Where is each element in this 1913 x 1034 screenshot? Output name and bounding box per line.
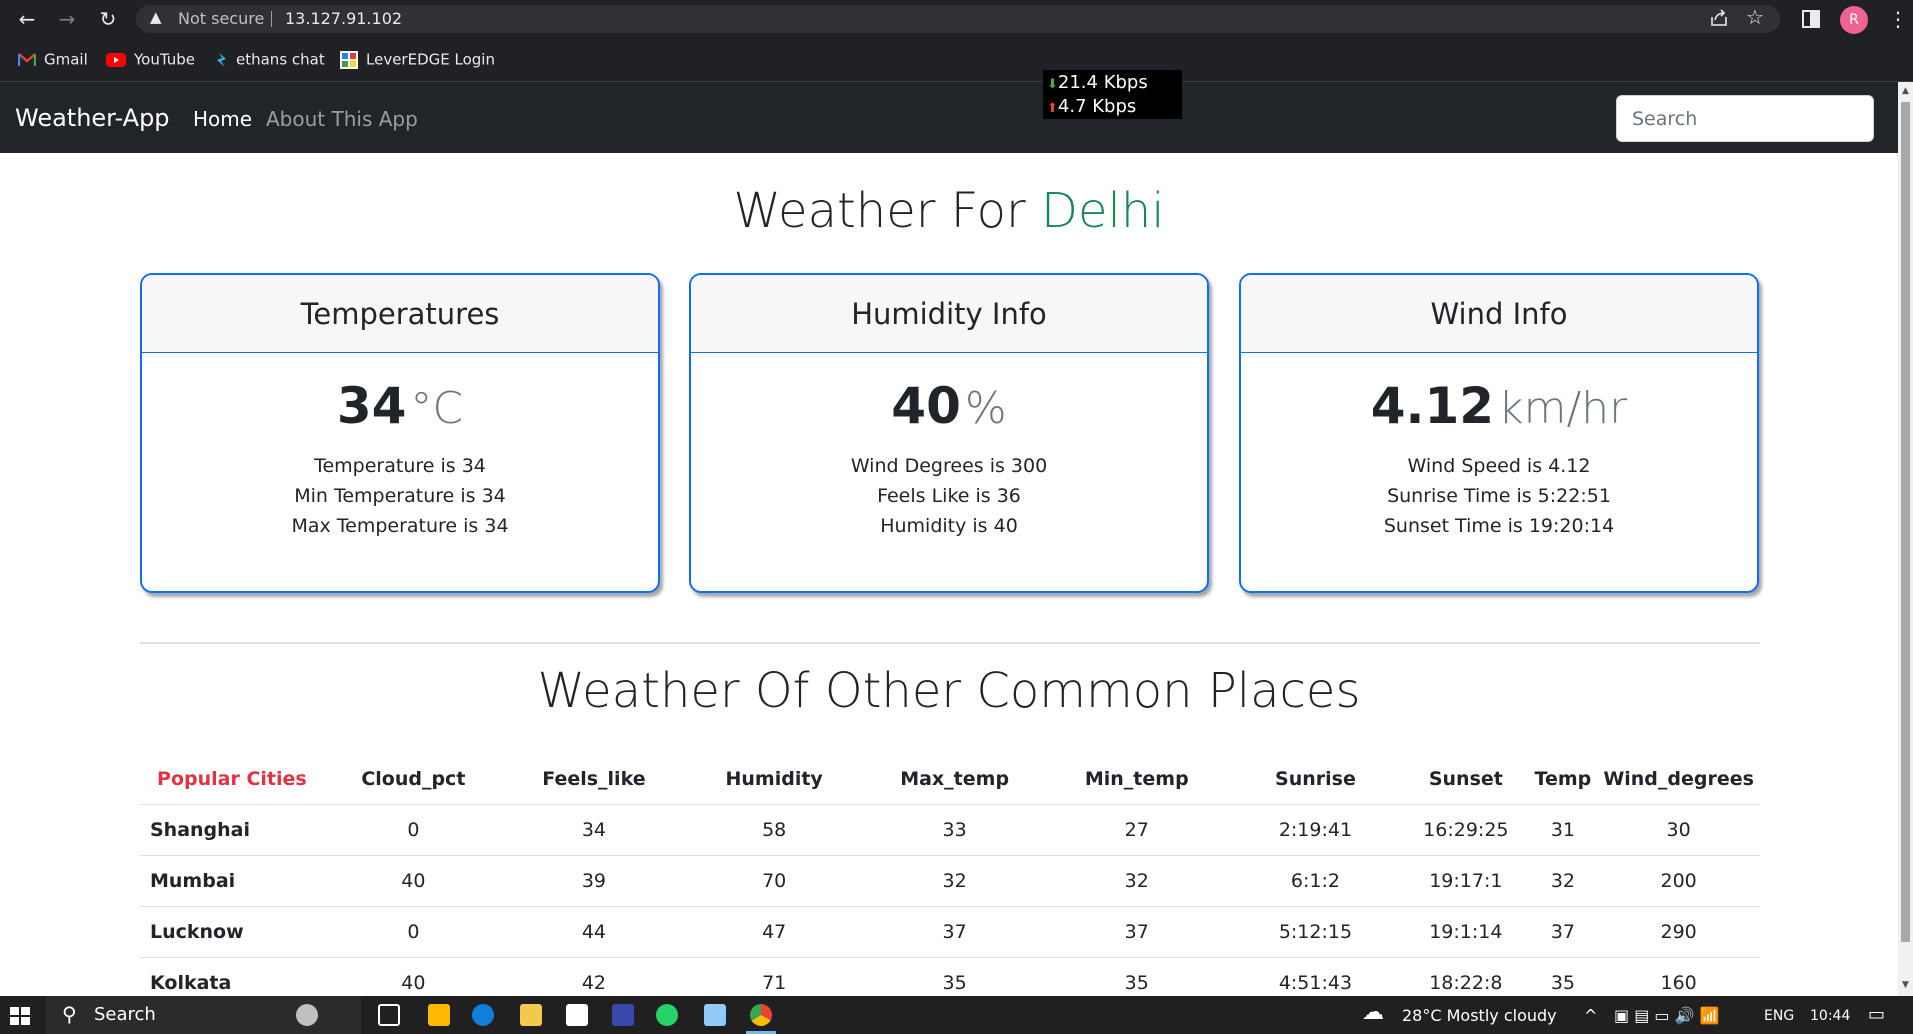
cities-weather-table: Popular Cities Cloud_pct Feels_like Humi… — [140, 754, 1760, 1009]
brand-logo[interactable]: Weather-App — [15, 104, 170, 132]
weather-status[interactable]: 28°C Mostly cloudy — [1402, 1006, 1557, 1025]
app-icon[interactable] — [612, 1004, 634, 1026]
bookmark-youtube[interactable]: YouTube — [106, 50, 195, 70]
share-icon[interactable] — [1708, 7, 1730, 29]
back-arrow-icon[interactable]: ← — [14, 6, 40, 32]
col-header-temp: Temp — [1528, 754, 1598, 805]
scrollbar-thumb[interactable] — [1901, 102, 1910, 942]
address-bar[interactable]: ▲ Not secure 13.127.91.102 ☆ — [136, 5, 1780, 33]
download-arrow-icon: ⬇ — [1047, 77, 1058, 92]
leveredge-icon — [340, 50, 358, 69]
scroll-up-icon[interactable]: ▲ — [1901, 86, 1910, 96]
chrome-icon[interactable] — [750, 1004, 772, 1026]
page-title: Weather For Delhi — [733, 183, 1165, 239]
forward-arrow-icon[interactable]: → — [54, 6, 80, 32]
browser-toolbar: ← → ↻ ▲ Not secure 13.127.91.102 ☆ R ⋮ — [0, 0, 1913, 38]
wind-card: Wind Info 4.12km/hr Wind Speed is 4.12 S… — [1239, 273, 1759, 593]
edge-icon[interactable] — [472, 1004, 494, 1026]
file-explorer-icon[interactable] — [520, 1004, 542, 1026]
humidity-card: Humidity Info 40% Wind Degrees is 300 Fe… — [689, 273, 1209, 593]
medal-icon[interactable] — [296, 1004, 318, 1026]
table-header-row: Popular Cities Cloud_pct Feels_like Humi… — [140, 754, 1760, 805]
col-header-sunset: Sunset — [1403, 754, 1529, 805]
table-row: Mumbai 40 39 70 32 32 6:1:2 19:17:1 32 2… — [140, 855, 1760, 907]
tray-chevron-icon[interactable]: ^ — [1584, 1006, 1597, 1025]
search-icon: ⚲ — [62, 1002, 77, 1026]
card-header: Humidity Info — [691, 275, 1207, 353]
card-header: Temperatures — [142, 275, 658, 353]
scroll-down-icon[interactable]: ▼ — [1901, 980, 1910, 990]
bookmark-ethans-chat[interactable]: ethans chat — [216, 50, 325, 70]
url-text[interactable]: 13.127.91.102 — [285, 9, 402, 28]
notes-icon[interactable] — [704, 1004, 726, 1026]
card-details: Wind Degrees is 300 Feels Like is 36 Hum… — [850, 455, 1048, 537]
task-view-icon[interactable] — [378, 1004, 400, 1026]
nav-link-about[interactable]: About This App — [266, 107, 418, 131]
mail-icon[interactable] — [566, 1004, 588, 1026]
col-header-sunrise: Sunrise — [1227, 754, 1404, 805]
card-header: Wind Info — [1241, 275, 1757, 353]
chat-bolt-icon — [217, 52, 226, 67]
windows-taskbar: ⚲ Search ☁ 28°C Mostly cloudy ^ ▣ ▤ ▭ 🔊 … — [0, 996, 1913, 1034]
bookmarks-bar: Gmail YouTube ethans chat LeverEDGE Logi… — [0, 38, 1913, 82]
card-main-value: 40% — [891, 377, 1007, 435]
reload-icon[interactable]: ↻ — [95, 6, 121, 32]
store-icon[interactable] — [428, 1004, 450, 1026]
profile-avatar[interactable]: R — [1840, 6, 1868, 34]
youtube-icon — [106, 52, 126, 67]
card-details: Temperature is 34 Min Temperature is 34 … — [291, 455, 509, 537]
upload-arrow-icon: ⬆ — [1047, 101, 1058, 116]
col-header-popular-cities: Popular Cities — [140, 754, 324, 805]
nav-link-home[interactable]: Home — [193, 107, 252, 131]
language-indicator[interactable]: ENG — [1764, 1008, 1794, 1024]
network-speed-overlay: ⬇21.4 Kbps ⬆4.7 Kbps — [1043, 70, 1182, 119]
card-main-value: 34°C — [336, 377, 464, 435]
bookmark-star-icon[interactable]: ☆ — [1746, 5, 1764, 29]
side-panel-icon[interactable] — [1802, 10, 1820, 28]
not-secure-label[interactable]: Not secure — [178, 9, 264, 28]
col-header-wind-degrees: Wind_degrees — [1597, 754, 1760, 805]
col-header-min-temp: Min_temp — [1045, 754, 1228, 805]
section-divider — [140, 642, 1760, 644]
temperature-card: Temperatures 34°C Temperature is 34 Min … — [140, 273, 660, 593]
city-search-input[interactable] — [1616, 95, 1874, 142]
notification-icon[interactable]: ▭ — [1868, 1004, 1885, 1025]
card-details: Wind Speed is 4.12 Sunrise Time is 5:22:… — [1383, 455, 1615, 537]
browser-menu-icon[interactable]: ⋮ — [1888, 6, 1908, 32]
warning-icon: ▲ — [150, 8, 162, 26]
col-header-cloud-pct: Cloud_pct — [323, 754, 503, 805]
bookmark-leveredge-login[interactable]: LeverEDGE Login — [340, 50, 495, 70]
download-speed: ⬇21.4 Kbps — [1047, 72, 1148, 93]
card-main-value: 4.12km/hr — [1370, 377, 1628, 435]
whatsapp-icon[interactable] — [656, 1004, 678, 1026]
address-separator — [271, 11, 272, 27]
col-header-humidity: Humidity — [684, 754, 864, 805]
clock[interactable]: 10:44 — [1810, 1008, 1850, 1024]
gmail-icon — [18, 52, 36, 66]
col-header-max-temp: Max_temp — [863, 754, 1046, 805]
windows-start-icon[interactable] — [10, 1007, 30, 1025]
tray-system-icons[interactable]: ▣ ▤ ▭ 🔊 📶 — [1614, 1006, 1720, 1025]
app-navbar: Weather-App Home About This App — [0, 82, 1898, 153]
bookmark-gmail[interactable]: Gmail — [18, 50, 88, 70]
table-row: Lucknow 0 44 47 37 37 5:12:15 19:1:14 37… — [140, 906, 1760, 958]
table-row: Shanghai 0 34 58 33 27 2:19:41 16:29:25 … — [140, 804, 1760, 856]
page-scrollbar[interactable]: ▲ ▼ — [1898, 82, 1913, 996]
city-name: Delhi — [1041, 183, 1165, 239]
section-title: Weather Of Other Common Places — [537, 663, 1361, 719]
col-header-feels-like: Feels_like — [502, 754, 685, 805]
upload-speed: ⬆4.7 Kbps — [1047, 96, 1137, 117]
cloud-weather-icon[interactable]: ☁ — [1362, 1000, 1384, 1025]
